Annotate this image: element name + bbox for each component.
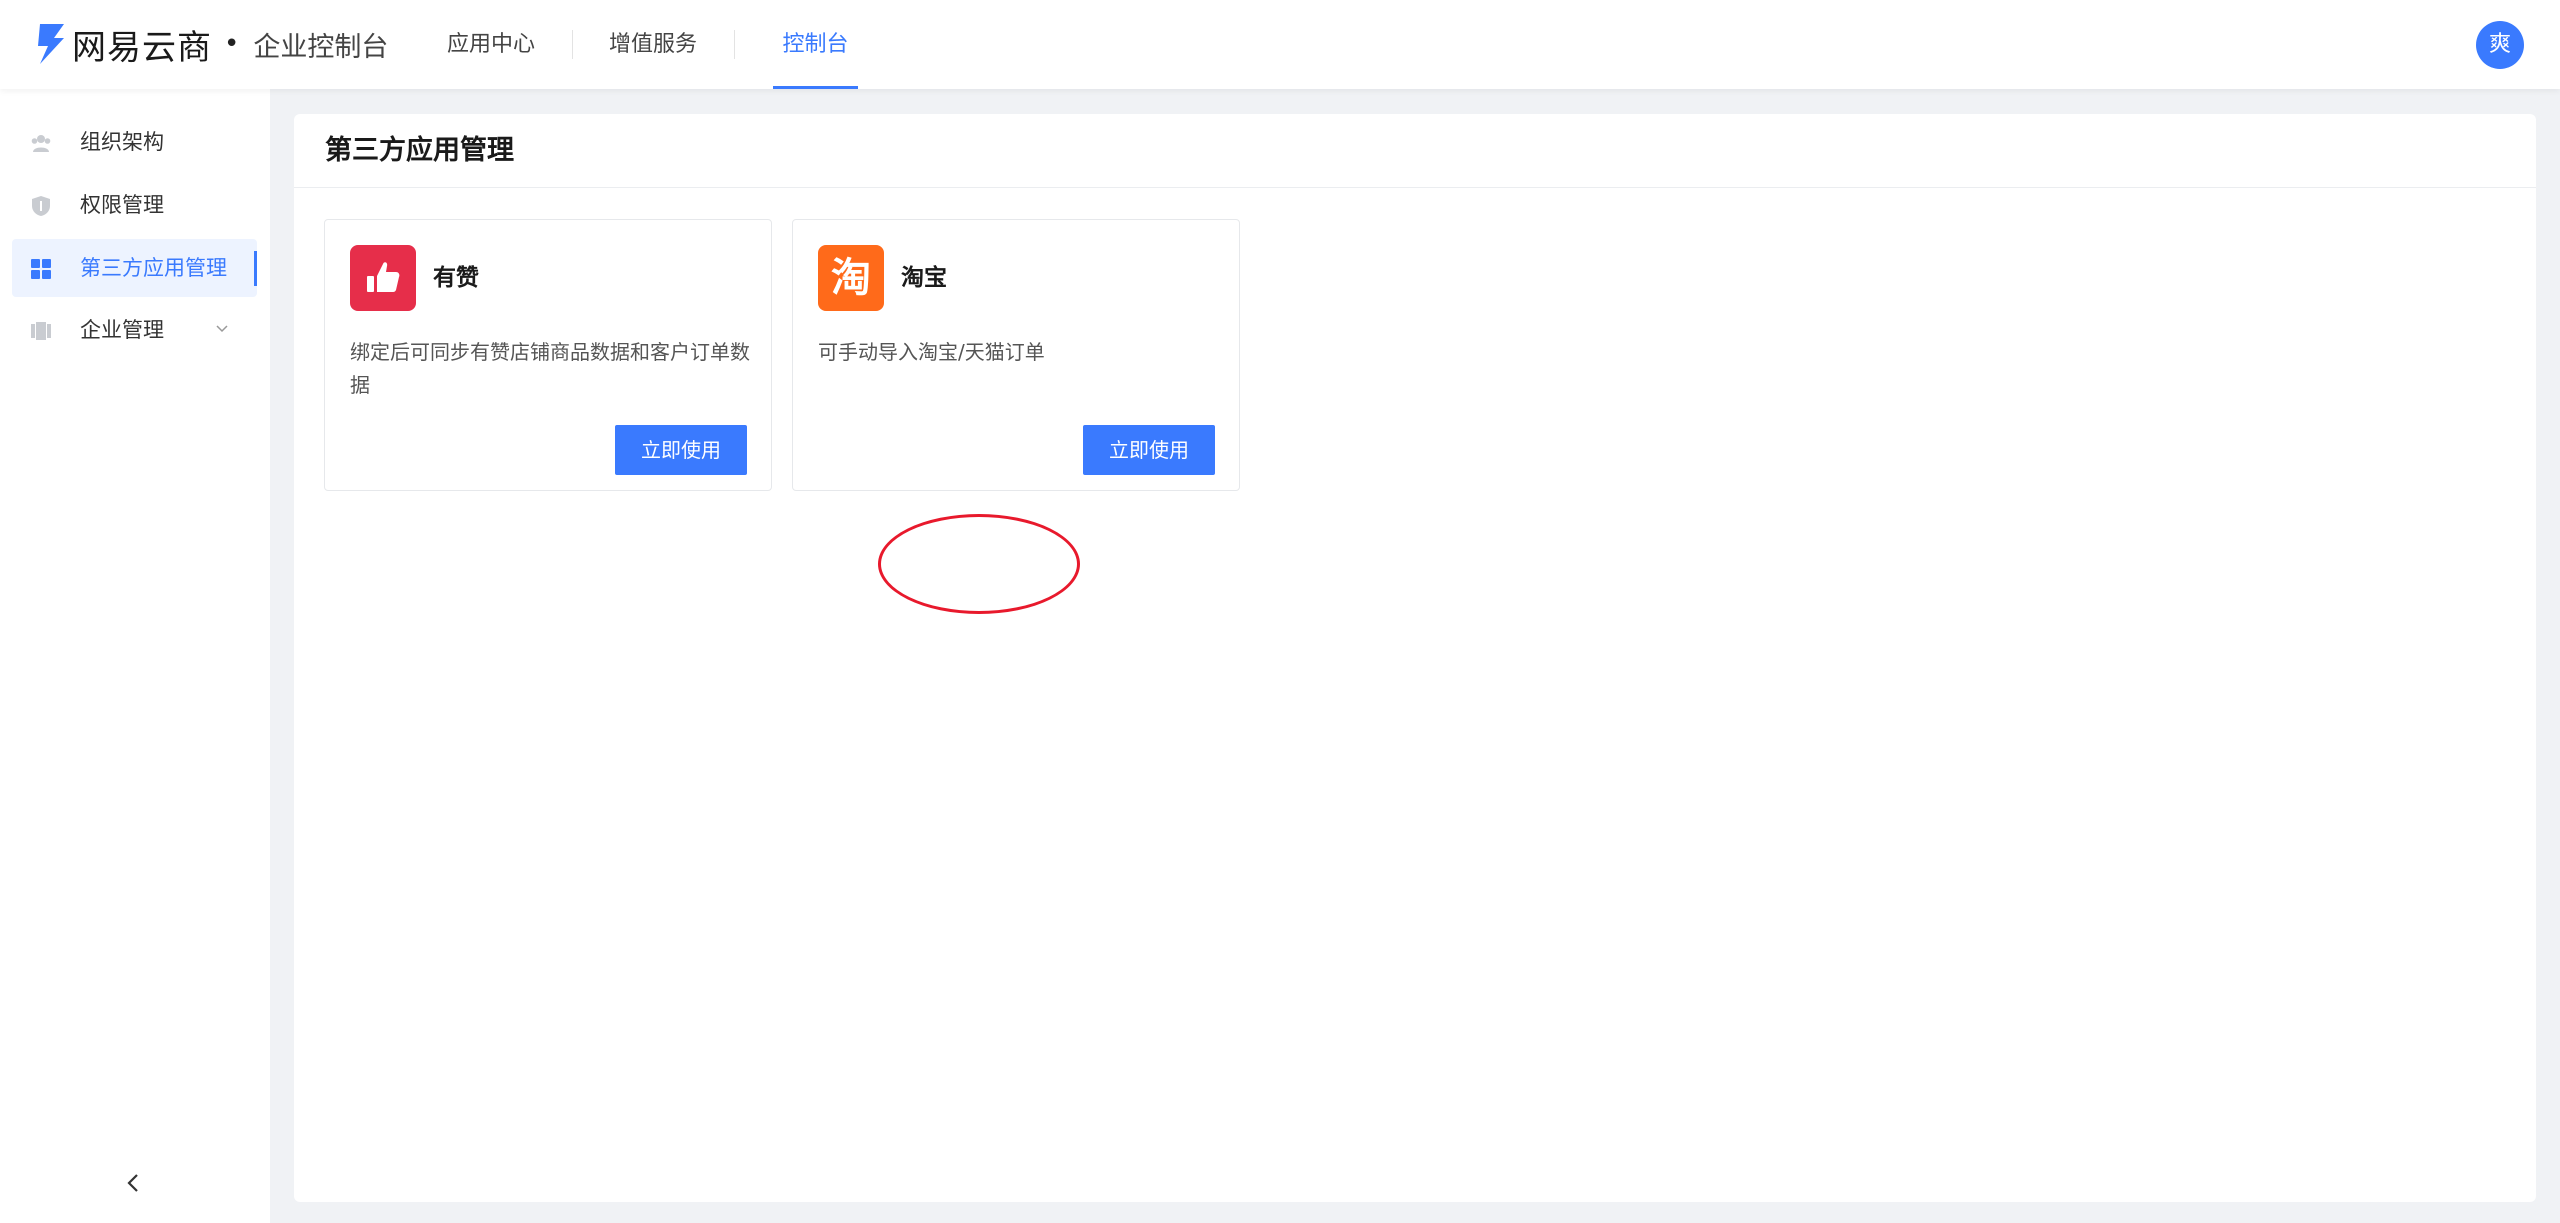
title-divider	[294, 187, 2536, 188]
brand-subtitle: 企业控制台	[253, 31, 389, 63]
app-card-taobao: 淘 淘宝 可手动导入淘宝/天猫订单 立即使用	[792, 219, 1240, 491]
tab-console[interactable]: 控制台	[773, 0, 858, 89]
main-panel: 第三方应用管理 有赞 绑定后可同步有赞店铺商品数据和客户订单数据 立即使用 淘 …	[294, 114, 2536, 1202]
sidebar-item-enterprise-management[interactable]: 企业管理	[12, 301, 257, 359]
sidebar-item-label: 第三方应用管理	[80, 256, 227, 280]
user-avatar[interactable]: 爽	[2476, 21, 2524, 69]
use-now-button[interactable]: 立即使用	[615, 425, 747, 475]
app-name: 淘宝	[901, 265, 947, 291]
chevron-down-icon	[216, 325, 228, 333]
brand-name: 网易云商	[72, 27, 212, 68]
team-icon	[31, 135, 51, 152]
page-title: 第三方应用管理	[325, 135, 514, 166]
youzan-logo	[350, 245, 416, 311]
app-card-youzan: 有赞 绑定后可同步有赞店铺商品数据和客户订单数据 立即使用	[324, 219, 772, 491]
brand-dot: •	[224, 29, 240, 59]
annotation-highlight-ellipse	[878, 514, 1080, 614]
tab-app-center[interactable]: 应用中心	[446, 0, 536, 89]
top-header: 网易云商 • 企业控制台 应用中心 增值服务 控制台 爽	[0, 0, 2560, 89]
taobao-logo: 淘	[818, 245, 884, 311]
nav-divider	[734, 30, 735, 59]
brand-logo-icon	[38, 24, 64, 64]
sidebar-item-third-party-apps[interactable]: 第三方应用管理	[12, 239, 257, 297]
sidebar-item-label: 企业管理	[80, 318, 164, 342]
use-now-button[interactable]: 立即使用	[1083, 425, 1215, 475]
sidebar-item-label: 权限管理	[80, 193, 164, 217]
brand[interactable]: 网易云商 • 企业控制台	[34, 20, 388, 68]
app-name: 有赞	[433, 265, 479, 291]
collapse-sidebar-icon[interactable]	[120, 1169, 148, 1197]
sidebar: 组织架构 权限管理 第三方应用管理 企业管理	[0, 89, 270, 1223]
nav-divider	[572, 30, 573, 59]
shield-icon	[32, 196, 50, 216]
taobao-icon: 淘	[831, 255, 871, 301]
app-description: 可手动导入淘宝/天猫订单	[818, 340, 1045, 364]
sidebar-item-permissions[interactable]: 权限管理	[12, 176, 257, 234]
tab-value-added-services[interactable]: 增值服务	[608, 0, 698, 89]
app-description: 绑定后可同步有赞店铺商品数据和客户订单数据	[350, 340, 750, 397]
thumbs-up-icon	[367, 262, 400, 292]
sidebar-item-label: 组织架构	[80, 130, 164, 154]
grid-apps-icon	[31, 259, 51, 279]
sidebar-item-org-structure[interactable]: 组织架构	[12, 113, 257, 171]
building-icon	[31, 322, 51, 340]
